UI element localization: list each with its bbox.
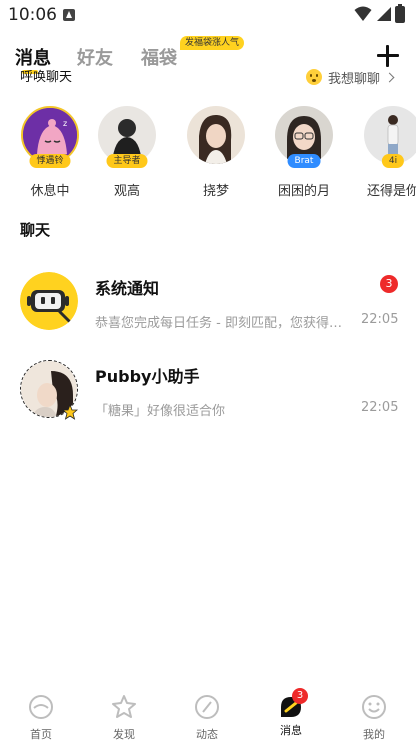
- message-icon: 3: [278, 688, 308, 720]
- status-bar: 10:06: [0, 0, 416, 30]
- story-item[interactable]: Brat 困困的月: [266, 106, 342, 199]
- story-tag: Brat: [287, 154, 321, 168]
- status-time: 10:06: [8, 5, 57, 25]
- want-to-chat-button[interactable]: 我想聊聊: [306, 68, 395, 87]
- story-tag: 4i: [381, 154, 405, 168]
- chat-item-system-notice[interactable]: 系统通知 3 恭喜您完成每日任务 - 即刻匹配，您获得了奖励 22:05: [0, 272, 416, 352]
- nav-messages[interactable]: 3 消息: [261, 688, 321, 738]
- story-name: 还得是你: [366, 184, 416, 199]
- profile-icon: [362, 695, 386, 719]
- tab-friends[interactable]: 好友: [77, 44, 113, 70]
- nav-label: 消息: [280, 724, 302, 737]
- svg-text:z: z: [63, 119, 67, 128]
- chat-item-pubby-assistant[interactable]: Pubby小助手 「糖果」好像很适合你 22:05: [0, 360, 416, 440]
- discover-icon: [112, 695, 136, 718]
- story-item[interactable]: 挠梦: [178, 106, 254, 199]
- nav-home[interactable]: 首页: [11, 690, 71, 741]
- nav-label: 我的: [363, 728, 385, 741]
- signal-icon: [377, 7, 391, 21]
- nav-label: 首页: [30, 728, 52, 741]
- nav-profile[interactable]: 我的: [344, 690, 404, 741]
- story-item[interactable]: z 悸遇铃 休息中: [12, 106, 88, 199]
- tab-lucky-bag[interactable]: 福袋: [141, 44, 177, 70]
- emoji-face-icon: [306, 69, 322, 85]
- nav-label: 动态: [196, 728, 218, 741]
- user-photo: [187, 106, 245, 164]
- chat-name: Pubby小助手: [95, 367, 200, 386]
- nav-unread-badge: 3: [292, 688, 308, 704]
- story-item[interactable]: 主导者 观高: [89, 106, 165, 199]
- chat-preview: 恭喜您完成每日任务 - 即刻匹配，您获得了奖励: [95, 316, 351, 331]
- chat-preview: 「糖果」好像很适合你: [95, 404, 226, 419]
- story-tag: 悸遇铃: [29, 154, 71, 168]
- chat-name: 系统通知: [95, 279, 160, 298]
- star-icon: [62, 404, 78, 420]
- chat-time: 22:05: [361, 400, 399, 415]
- lucky-bag-promo-badge: 发福袋涨人气: [180, 36, 245, 50]
- online-users-row: z 悸遇铃 休息中 主导者 观高 挠梦 Brat 困困的月 4i 还得是你: [0, 106, 416, 202]
- add-button[interactable]: [376, 44, 400, 68]
- story-tag: 主导者: [106, 154, 148, 168]
- app-notification-icon: [63, 9, 75, 21]
- chat-time: 22:05: [361, 312, 399, 327]
- unread-count-badge: 3: [380, 275, 398, 293]
- home-icon: [29, 695, 53, 719]
- moments-icon: [195, 695, 219, 719]
- tab-messages[interactable]: 消息: [15, 44, 51, 70]
- chevron-right-icon: [384, 72, 395, 82]
- story-name: 挠梦: [202, 184, 229, 199]
- story-name: 观高: [113, 184, 140, 199]
- nav-discover[interactable]: 发现: [94, 690, 154, 741]
- want-to-chat-label: 我想聊聊: [328, 71, 381, 87]
- nav-moments[interactable]: 动态: [177, 690, 237, 741]
- summon-chat-label: 呼唤聊天: [20, 70, 73, 84]
- bottom-nav: 首页 发现 动态 3 消息 我的: [0, 688, 416, 741]
- chat-section-title: 聊天: [20, 221, 51, 239]
- story-name: 困困的月: [277, 184, 330, 199]
- story-name: 休息中: [30, 184, 70, 199]
- avatar: [187, 106, 245, 164]
- story-item[interactable]: 4i 还得是你: [355, 106, 416, 199]
- nav-label: 发现: [113, 728, 135, 741]
- wifi-icon: [354, 6, 372, 21]
- battery-icon: [395, 4, 405, 23]
- robot-avatar-icon: [20, 272, 78, 330]
